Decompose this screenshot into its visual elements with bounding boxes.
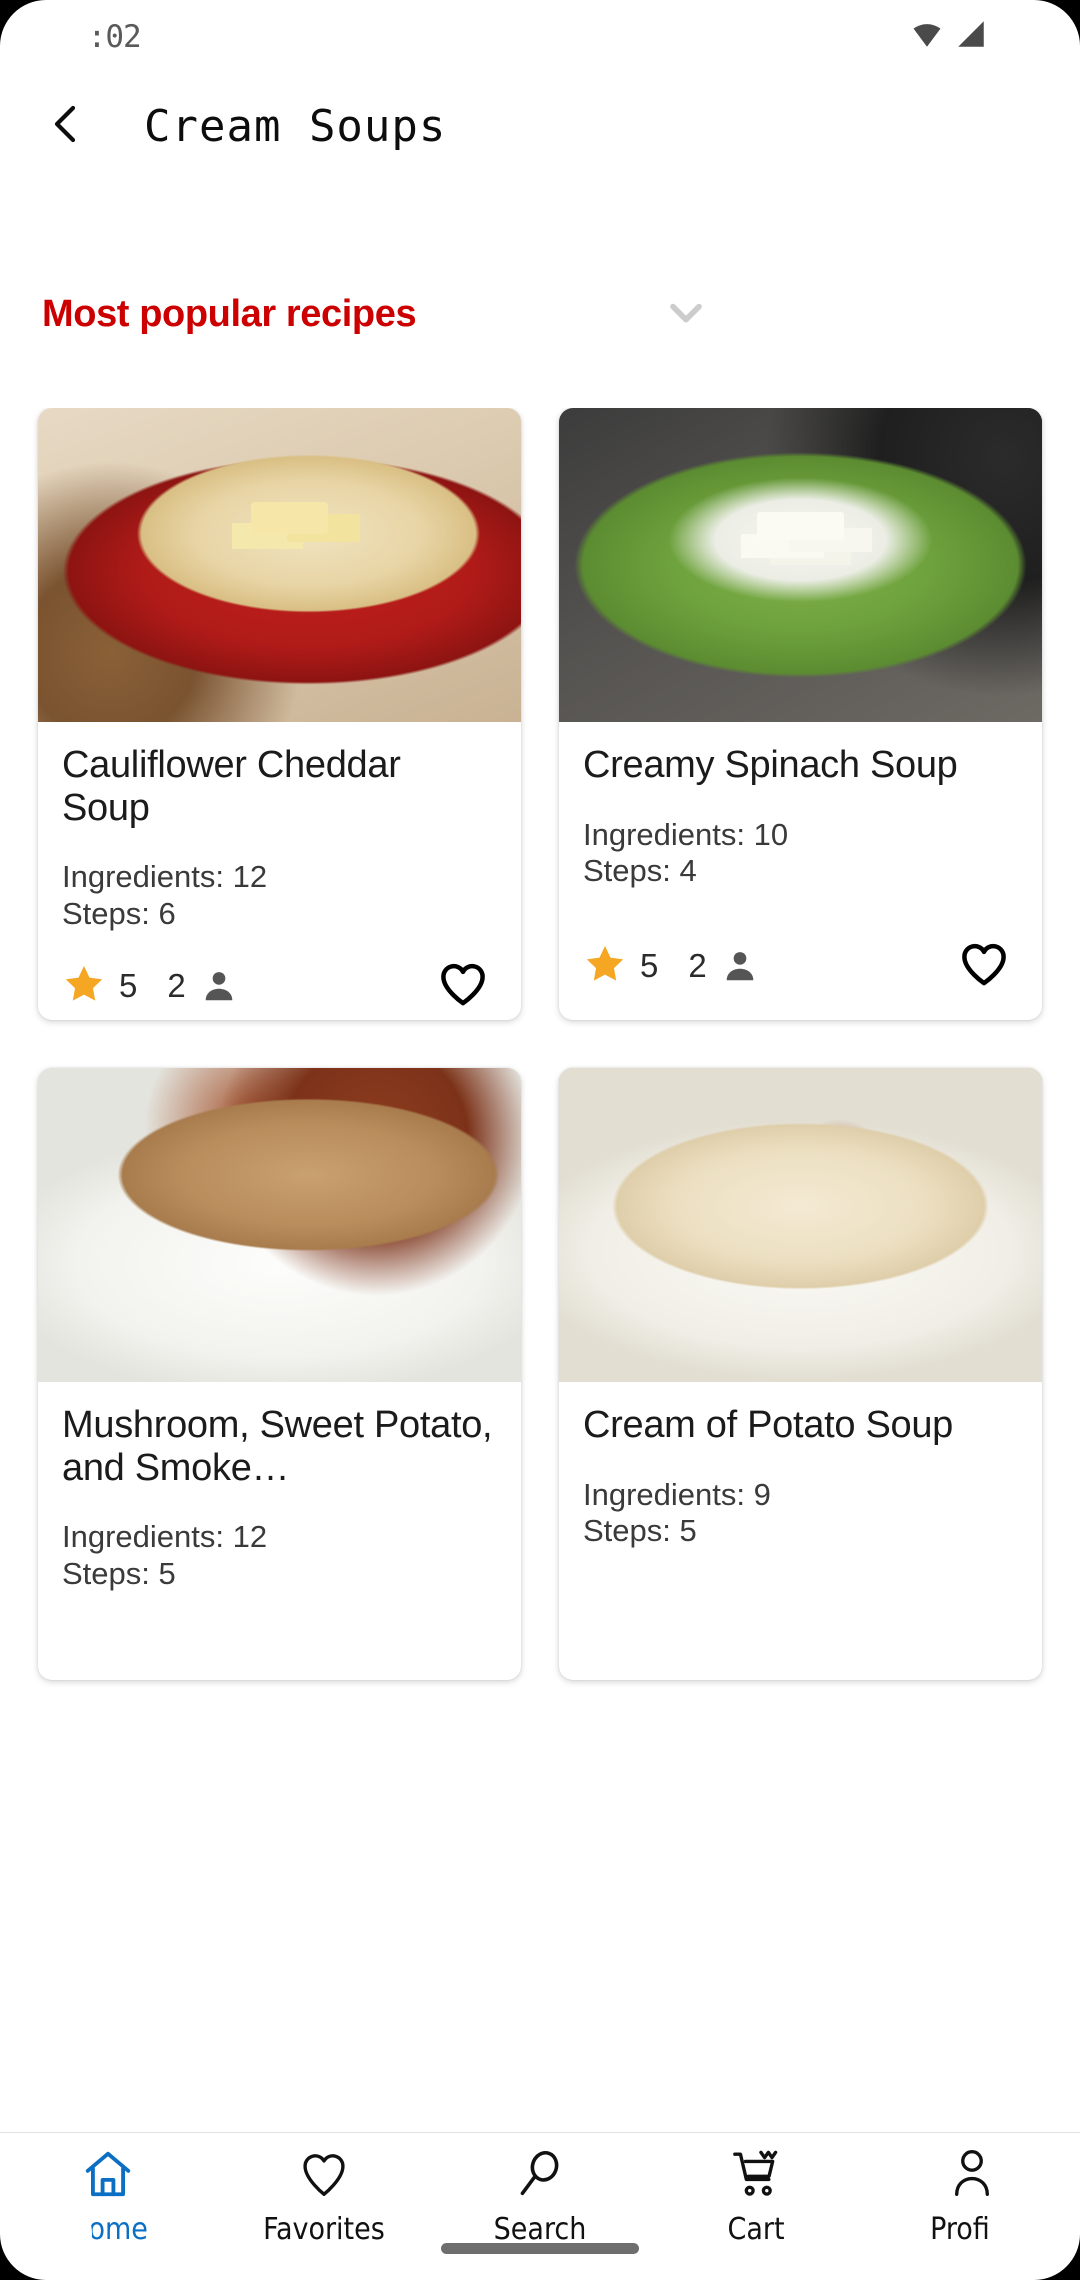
heart-outline-icon [297,2147,351,2206]
recipe-ingredients: Ingredients: 10 [583,816,789,852]
recipe-card[interactable]: Cauliflower Cheddar Soup Ingredients: 12… [38,408,521,1020]
nav-label-favorites: Favorites [263,2212,385,2247]
app-screen: 8:02 Cream Soups Most popular recipes Ca… [0,0,1080,2280]
screen-corner-top-right [988,0,1080,92]
favorite-button[interactable] [427,1610,499,1680]
nav-item-search[interactable]: Search [432,2133,648,2247]
nav-item-cart[interactable]: Cart [648,2133,864,2247]
sort-section-header[interactable]: Most popular recipes [0,272,740,356]
recipe-card-actions [559,1572,1042,1680]
wifi-icon [910,17,944,56]
search-icon [513,2147,567,2206]
nav-item-favorites[interactable]: Favorites [216,2133,432,2247]
recipe-rating: 5 2 [583,942,759,991]
sort-dropdown-button[interactable] [660,286,712,343]
favorite-button[interactable] [948,930,1020,1002]
chevron-down-icon [660,286,712,343]
viewer-count: 2 [167,967,186,1005]
recipe-image [559,1068,1042,1382]
cellular-signal-icon [954,17,988,56]
star-icon [62,962,106,1011]
home-icon [81,2147,135,2206]
heart-outline-icon [436,957,490,1016]
nav-label-search: Search [493,2212,587,2247]
recipe-grid: Cauliflower Cheddar Soup Ingredients: 12… [0,408,1080,2132]
rating-value: 5 [640,947,659,984]
star-icon [583,942,627,991]
recipe-steps: Steps: 5 [583,1513,697,1549]
recipe-image [559,408,1042,722]
recipe-card-actions: 5 2 [559,912,1042,1020]
back-button[interactable] [20,80,112,172]
recipe-title: Cream of Potato Soup [583,1404,953,1446]
recipe-card[interactable]: Creamy Spinach Soup Ingredients: 10 Step… [559,408,1042,1020]
recipe-title: Mushroom, Sweet Potato, and Smoke… [62,1404,493,1489]
bottom-navigation-bar: Home Favorites Search Cart Profile [0,2132,1080,2280]
recipe-title: Cauliflower Cheddar Soup [62,744,401,829]
page-title: Cream Soups [144,100,447,152]
recipe-steps: Steps: 5 [62,1555,176,1591]
recipe-ingredients: Ingredients: 12 [62,859,268,895]
app-bar: Cream Soups [0,68,1080,184]
recipe-steps: Steps: 6 [62,895,176,931]
favorite-button[interactable] [427,950,499,1020]
screen-corner-top-left [0,0,92,92]
recipe-ingredients: Ingredients: 12 [62,1519,268,1555]
shopping-cart-icon [729,2147,783,2206]
recipe-title: Creamy Spinach Soup [583,744,958,786]
person-icon [200,967,238,1005]
recipe-card-actions [38,1592,521,1680]
heart-outline-icon [957,937,1011,996]
screen-corner-bottom-left [0,2188,92,2280]
screen-corner-bottom-right [988,2188,1080,2280]
rating-value: 5 [119,967,138,1005]
recipe-card[interactable]: Cream of Potato Soup Ingredients: 9 Step… [559,1068,1042,1680]
recipe-ingredients: Ingredients: 9 [583,1476,771,1512]
recipe-image [38,408,521,722]
recipe-card-actions: 5 2 [38,932,521,1020]
recipe-card[interactable]: Mushroom, Sweet Potato, and Smoke… Ingre… [38,1068,521,1680]
person-icon [945,2147,999,2206]
person-icon [721,947,759,985]
viewer-count: 2 [688,947,707,984]
recipe-steps: Steps: 4 [583,853,697,889]
section-title: Most popular recipes [42,292,417,335]
nav-label-cart: Cart [727,2212,785,2247]
recipe-rating: 5 2 [62,962,238,1011]
gesture-handle-bar[interactable] [441,2243,639,2254]
favorite-button[interactable] [948,1590,1020,1662]
recipe-image [38,1068,521,1382]
back-chevron-icon [42,100,90,153]
status-bar: 8:02 [0,0,1080,68]
